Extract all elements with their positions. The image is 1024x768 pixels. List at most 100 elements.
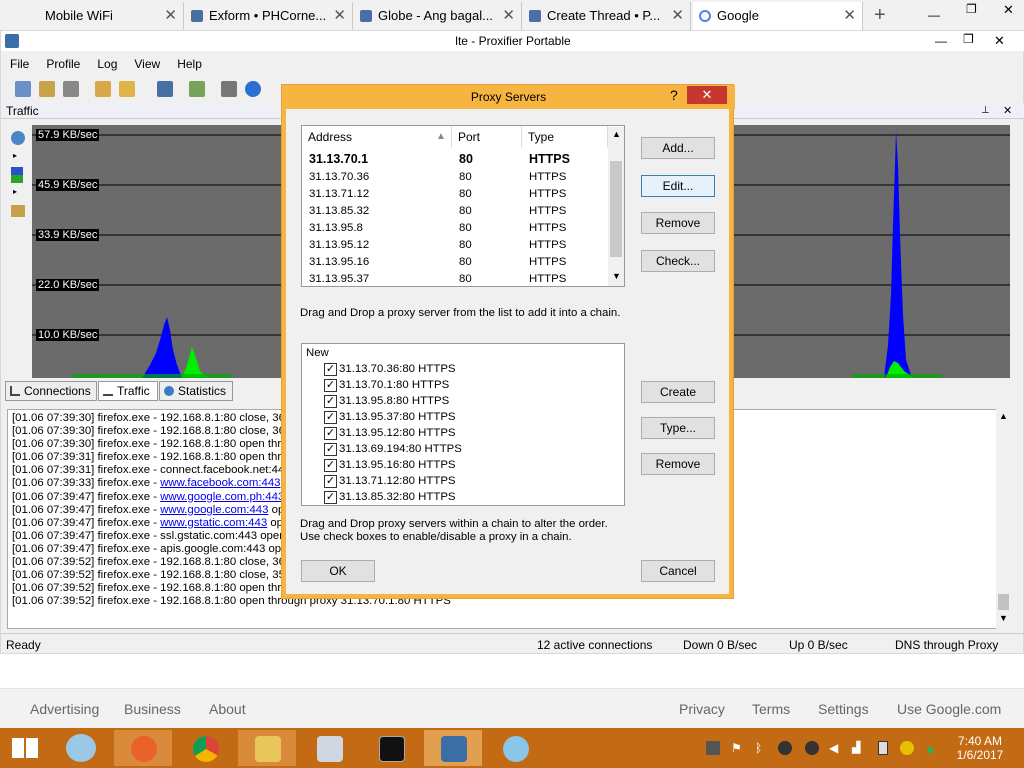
advanced-icon[interactable] [189, 81, 205, 97]
proxy-row[interactable]: 31.13.70.1 80 HTTPS [302, 151, 607, 168]
minimize-icon[interactable]: — [928, 8, 940, 22]
log-host-link[interactable]: www.google.com:443 [160, 504, 268, 516]
up-down-arrows-icon[interactable] [11, 167, 23, 183]
proxy-row[interactable]: 31.13.95.8 80 HTTPS [302, 220, 607, 237]
chain-item-checkbox[interactable]: ✓ [324, 443, 337, 456]
menu-help[interactable]: Help [168, 53, 210, 71]
taskbar-command-prompt[interactable] [362, 730, 420, 766]
scroll-up-icon[interactable]: ▲ [612, 129, 621, 139]
scroll-thumb[interactable] [998, 594, 1009, 610]
close-icon[interactable]: ✕ [671, 2, 684, 30]
tray-icon[interactable] [706, 741, 720, 755]
flag-icon[interactable]: ⚑ [731, 741, 745, 755]
chain-item-checkbox[interactable]: ✓ [324, 363, 337, 376]
chain-item-checkbox[interactable]: ✓ [324, 475, 337, 488]
menu-log[interactable]: Log [88, 53, 125, 71]
column-header-port[interactable]: Port [452, 126, 522, 148]
log-host-link[interactable]: www.google.com.ph:443 [160, 491, 284, 503]
footer-link-advertising[interactable]: Advertising [30, 701, 99, 717]
proxy-row[interactable]: 31.13.95.12 80 HTTPS [302, 237, 607, 254]
tab-mobile-wifi[interactable]: Mobile WiFi ✕ [0, 2, 184, 32]
minimize-icon[interactable]: — [935, 31, 947, 51]
new-profile-icon[interactable] [95, 81, 111, 97]
save-profile-icon[interactable] [157, 81, 173, 97]
edit-proxy-button[interactable]: Edit... [641, 175, 715, 197]
footer-link-business[interactable]: Business [124, 701, 181, 717]
tray-arrow-icon[interactable]: ▲ [924, 741, 938, 756]
print-icon[interactable] [221, 81, 237, 97]
taskbar-task-manager[interactable] [300, 730, 358, 766]
proxy-chain-tree[interactable]: New ✓ 31.13.70.36:80 HTTPS ✓ 31.13.70.1:80 … [301, 343, 625, 506]
start-button[interactable] [12, 738, 38, 758]
proxy-server-list[interactable]: Address ▲ Port Type 31.13.70.1 80 HTTPS 31.… [301, 125, 625, 287]
tab-traffic[interactable]: Traffic [98, 381, 158, 401]
refresh-icon[interactable] [11, 131, 25, 145]
taskbar-firefox[interactable] [114, 730, 172, 766]
tray-app-icon[interactable] [805, 741, 819, 755]
chain-item-checkbox[interactable]: ✓ [324, 491, 337, 504]
chain-item-checkbox[interactable]: ✓ [324, 379, 337, 392]
create-chain-button[interactable]: Create [641, 381, 715, 403]
remove-chain-button[interactable]: Remove [641, 453, 715, 475]
network-signal-icon[interactable]: ▟ [852, 741, 866, 755]
close-icon[interactable]: ✕ [333, 2, 346, 30]
proxy-row[interactable]: 31.13.95.16 80 HTTPS [302, 254, 607, 271]
scroll-down-icon[interactable]: ▼ [999, 613, 1008, 623]
close-icon[interactable]: ✕ [843, 2, 856, 30]
proxy-row[interactable]: 31.13.95.37 80 HTTPS [302, 271, 607, 286]
chain-item-checkbox[interactable]: ✓ [324, 427, 337, 440]
tab-connections[interactable]: Connections [5, 381, 97, 401]
battery-icon[interactable] [878, 741, 888, 755]
menu-profile[interactable]: Profile [37, 53, 88, 71]
open-profile-icon[interactable] [119, 81, 135, 97]
tab-exform[interactable]: Exform • PHCorne... ✕ [185, 2, 353, 32]
clear-icon[interactable] [11, 205, 25, 217]
taskbar-file-explorer[interactable] [238, 730, 296, 766]
ok-button[interactable]: OK [301, 560, 375, 582]
log-host-link[interactable]: www.gstatic.com:443 [160, 517, 267, 529]
scroll-down-icon[interactable]: ▼ [612, 271, 621, 281]
bluetooth-icon[interactable]: ᛒ [755, 741, 769, 755]
column-header-type[interactable]: Type [522, 126, 608, 148]
proxy-row[interactable]: 31.13.70.36 80 HTTPS [302, 169, 607, 186]
pin-icon[interactable]: ⊥ [981, 103, 990, 119]
rules-icon[interactable] [39, 81, 55, 97]
tab-google[interactable]: Google ✕ [693, 2, 863, 32]
tray-app-icon[interactable] [778, 741, 792, 755]
tab-create-thread[interactable]: Create Thread • P... ✕ [523, 2, 691, 32]
help-button[interactable]: ? [670, 85, 678, 105]
menu-file[interactable]: File [1, 53, 37, 71]
tab-globe[interactable]: Globe - Ang bagal... ✕ [354, 2, 522, 32]
column-header-address[interactable]: Address ▲ [302, 126, 452, 148]
remove-proxy-button[interactable]: Remove [641, 212, 715, 234]
help-icon[interactable] [245, 81, 261, 97]
proxy-list-scrollbar[interactable]: ▲ ▼ [608, 127, 624, 286]
dialog-close-button[interactable]: ✕ [687, 86, 727, 104]
footer-link-settings[interactable]: Settings [818, 701, 869, 717]
chain-item-checkbox[interactable]: ✓ [324, 459, 337, 472]
scroll-thumb[interactable] [610, 161, 622, 257]
close-icon[interactable]: ✕ [502, 2, 515, 30]
scroll-up-icon[interactable]: ▲ [999, 411, 1008, 421]
chain-item-checkbox[interactable]: ✓ [324, 411, 337, 424]
cancel-button[interactable]: Cancel [641, 560, 715, 582]
new-tab-button[interactable]: + [874, 3, 886, 27]
system-clock[interactable]: 7:40 AM 1/6/2017 [950, 734, 1010, 762]
proxy-servers-icon[interactable] [15, 81, 31, 97]
close-panel-icon[interactable]: ✕ [1003, 103, 1012, 119]
app-launcher-icon[interactable] [66, 734, 96, 762]
chain-item-checkbox[interactable]: ✓ [324, 395, 337, 408]
log-host-link[interactable]: www.facebook.com:443 [160, 477, 280, 489]
restore-icon[interactable]: ❐ [966, 2, 977, 16]
check-proxy-button[interactable]: Check... [641, 250, 715, 272]
close-window-icon[interactable]: ✕ [1003, 2, 1014, 18]
name-resolution-icon[interactable] [63, 81, 79, 97]
tab-statistics[interactable]: Statistics [159, 381, 233, 401]
close-window-icon[interactable]: ✕ [994, 31, 1005, 51]
log-scrollbar[interactable]: ▲ ▼ [996, 409, 1011, 629]
taskbar-paint[interactable] [486, 730, 544, 766]
maximize-icon[interactable]: ❐ [963, 29, 974, 49]
footer-link-terms[interactable]: Terms [752, 701, 790, 717]
proxy-row[interactable]: 31.13.85.32 80 HTTPS [302, 203, 607, 220]
chain-name[interactable]: New [306, 347, 329, 359]
